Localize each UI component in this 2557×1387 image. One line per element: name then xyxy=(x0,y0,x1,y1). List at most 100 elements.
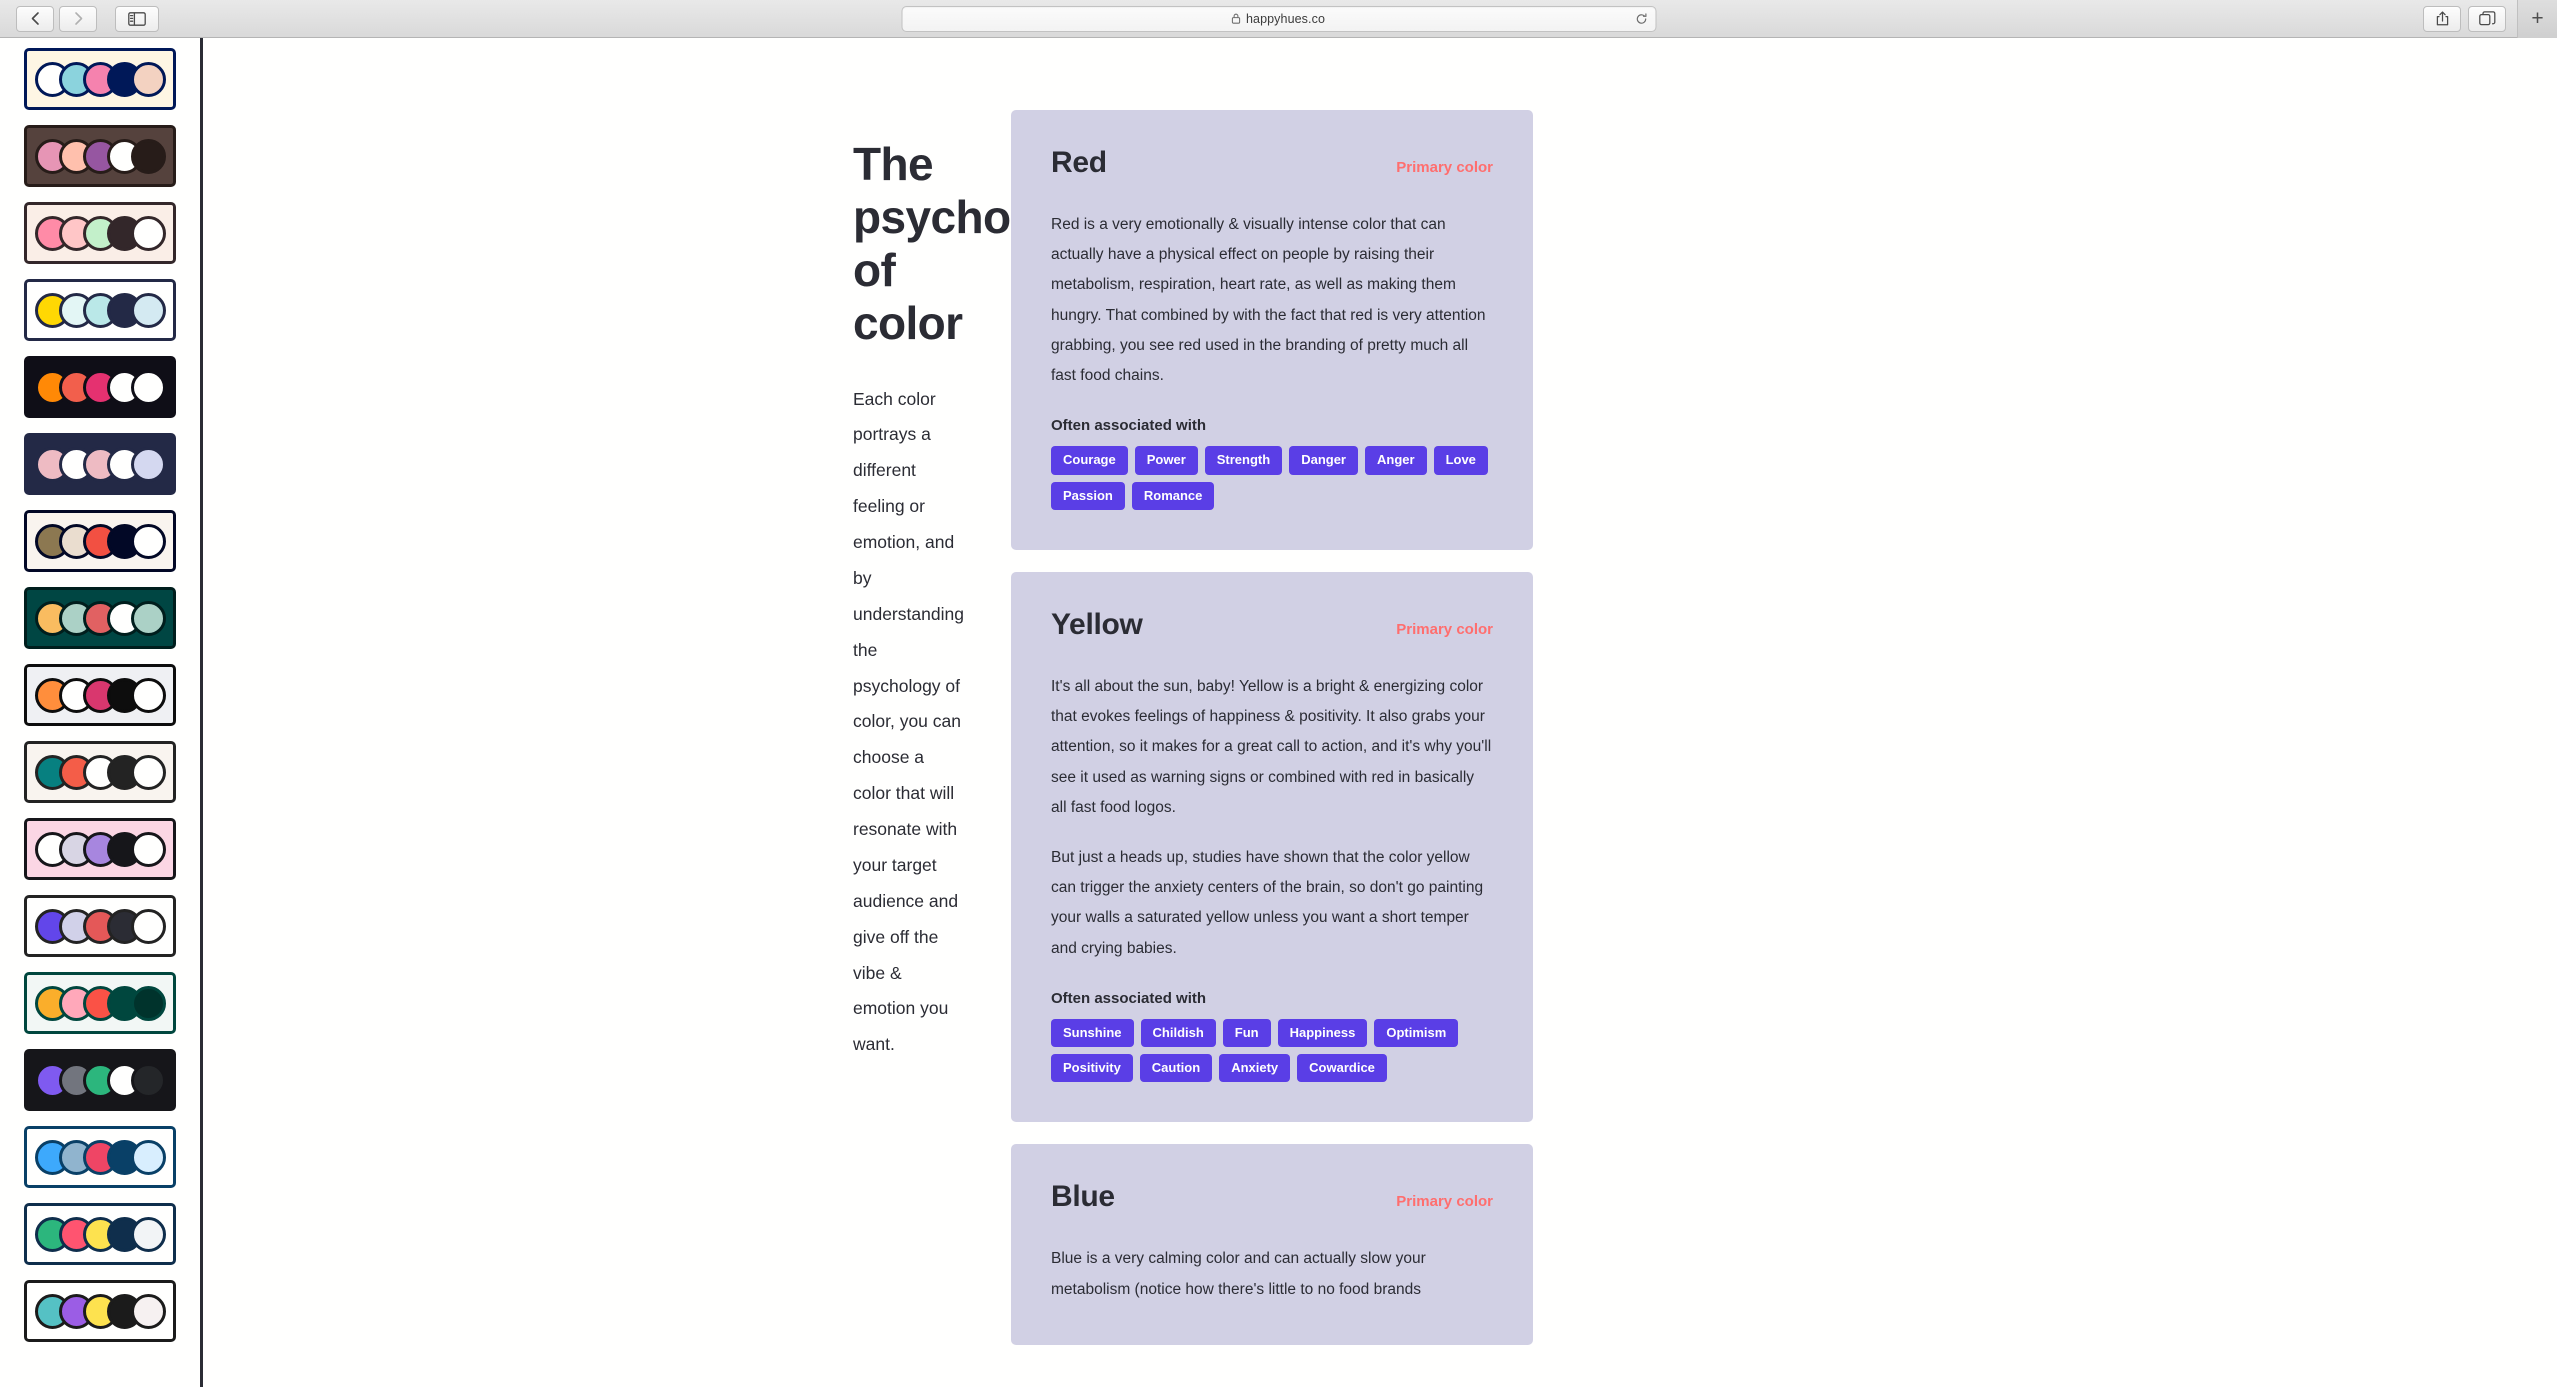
primary-color-badge: Primary color xyxy=(1396,1193,1493,1211)
association-tag: Positivity xyxy=(1051,1054,1133,1083)
color-card: Blue Primary color Blue is a very calming … xyxy=(1011,1144,1533,1345)
palette-swatch-row xyxy=(34,985,166,1021)
association-tag: Cowardice xyxy=(1297,1054,1387,1083)
color-card-header: Yellow Primary color xyxy=(1051,608,1493,642)
palette-card[interactable] xyxy=(24,895,176,957)
share-button[interactable] xyxy=(2423,5,2461,32)
association-tag: Love xyxy=(1433,446,1488,475)
palette-card[interactable] xyxy=(24,279,176,341)
palette-swatch-row xyxy=(34,523,166,559)
palette-card[interactable] xyxy=(24,125,176,187)
palette-swatch-row xyxy=(34,677,166,713)
palette-card[interactable] xyxy=(24,1126,176,1188)
url-text: happyhues.co xyxy=(1245,11,1326,26)
reload-icon[interactable] xyxy=(1635,12,1647,25)
palette-swatch-row xyxy=(34,831,166,867)
association-tag: Strength xyxy=(1204,446,1283,475)
palette-swatch xyxy=(130,831,166,867)
palette-swatch-row xyxy=(34,1139,166,1175)
palette-card[interactable] xyxy=(24,1280,176,1342)
color-card-body: Red is a very emotionally & visually int… xyxy=(1051,210,1493,391)
color-card-title: Yellow xyxy=(1051,607,1143,641)
palette-swatch xyxy=(130,61,166,97)
primary-color-badge: Primary color xyxy=(1396,620,1493,638)
lock-icon xyxy=(1232,13,1241,24)
sidebar-toggle-button[interactable] xyxy=(115,5,159,32)
palette-swatch-row xyxy=(34,600,166,636)
associated-with-label: Often associated with xyxy=(1051,989,1207,1007)
intro-paragraph: Each color portrays a different feeling … xyxy=(853,388,964,1055)
palette-card[interactable] xyxy=(24,1049,176,1111)
palette-card[interactable] xyxy=(24,741,176,803)
sidebar-panel-icon xyxy=(128,11,146,26)
palette-swatch xyxy=(130,446,166,482)
association-tag: Sunshine xyxy=(1051,1018,1134,1048)
palette-card[interactable] xyxy=(24,202,176,264)
association-tag: Courage xyxy=(1051,446,1128,475)
chevron-right-icon xyxy=(72,11,85,26)
chevron-left-icon xyxy=(29,11,42,26)
main-content: The psychology of color Each color portr… xyxy=(203,38,2557,1387)
palette-swatch xyxy=(130,754,166,790)
palette-swatch xyxy=(130,1216,166,1252)
palette-card[interactable] xyxy=(24,1203,176,1265)
browser-window: happyhues.co + The psychology of color E… xyxy=(0,0,2557,1387)
palette-swatch xyxy=(130,369,166,405)
association-tag: Optimism xyxy=(1374,1018,1459,1048)
page-viewport: The psychology of color Each color portr… xyxy=(0,38,2557,1387)
association-tag: Caution xyxy=(1139,1054,1213,1083)
palette-card[interactable] xyxy=(24,818,176,880)
address-bar[interactable]: happyhues.co xyxy=(901,5,1656,32)
palette-card[interactable] xyxy=(24,972,176,1034)
palette-swatch xyxy=(130,908,166,944)
palette-swatch-row xyxy=(34,446,166,482)
primary-color-badge: Primary color xyxy=(1396,159,1493,176)
tabs-overview-button[interactable] xyxy=(2468,5,2506,32)
association-tag: Romance xyxy=(1131,481,1215,510)
color-card-body: Blue is a very calming color and can act… xyxy=(1051,1244,1493,1304)
palette-swatch-row xyxy=(34,292,166,328)
palette-swatch xyxy=(130,215,166,251)
color-card-paragraph: But just a heads up, studies have shown … xyxy=(1051,849,1484,957)
palette-swatch xyxy=(130,600,166,636)
palette-swatch-row xyxy=(34,61,166,97)
color-card-paragraph: Red is a very emotionally & visually int… xyxy=(1051,216,1486,385)
palette-swatch xyxy=(130,523,166,559)
palette-swatch xyxy=(130,292,166,328)
palette-card[interactable] xyxy=(24,48,176,110)
palette-swatch xyxy=(130,138,166,174)
palette-card[interactable] xyxy=(24,587,176,649)
page-title: The psychology of color xyxy=(853,138,1103,349)
forward-button[interactable] xyxy=(59,5,97,32)
color-card: Red Primary color Red is a very emotionall… xyxy=(1011,110,1533,550)
back-button[interactable] xyxy=(16,5,54,32)
association-tag: Happiness xyxy=(1277,1018,1368,1048)
association-tag: Danger xyxy=(1289,446,1358,475)
palette-swatch-row xyxy=(34,754,166,790)
palette-swatch-row xyxy=(34,1062,166,1098)
palette-card[interactable] xyxy=(24,433,176,495)
association-tag: Power xyxy=(1134,446,1198,475)
palette-swatch-row xyxy=(34,215,166,251)
association-tag-row: Courage Power Strength Danger Anger Love Passi… xyxy=(1051,446,1493,510)
intro-section: The psychology of color Each color portr… xyxy=(203,38,1103,1387)
palette-swatch xyxy=(130,1062,166,1098)
palette-swatch-row xyxy=(34,1216,166,1252)
color-card-paragraph: Blue is a very calming color and can act… xyxy=(1051,1250,1426,1298)
palette-card[interactable] xyxy=(24,510,176,572)
color-card-title: Blue xyxy=(1051,1180,1115,1214)
palette-swatch-row xyxy=(34,138,166,174)
association-tag: Fun xyxy=(1222,1018,1271,1048)
new-tab-button[interactable]: + xyxy=(2517,0,2557,38)
color-card: Yellow Primary color It's all about the su… xyxy=(1011,571,1533,1123)
palette-card[interactable] xyxy=(24,664,176,726)
palette-swatch xyxy=(130,1293,166,1329)
toolbar-right-actions: + xyxy=(2423,0,2557,38)
palette-sidebar[interactable] xyxy=(0,38,203,1387)
browser-toolbar: happyhues.co + xyxy=(0,0,2557,38)
color-card-header: Blue Primary color xyxy=(1051,1180,1493,1214)
palette-card[interactable] xyxy=(24,356,176,418)
association-tag: Anxiety xyxy=(1219,1054,1291,1083)
palette-swatch-row xyxy=(34,369,166,405)
address-bar-container: happyhues.co xyxy=(901,5,1656,32)
